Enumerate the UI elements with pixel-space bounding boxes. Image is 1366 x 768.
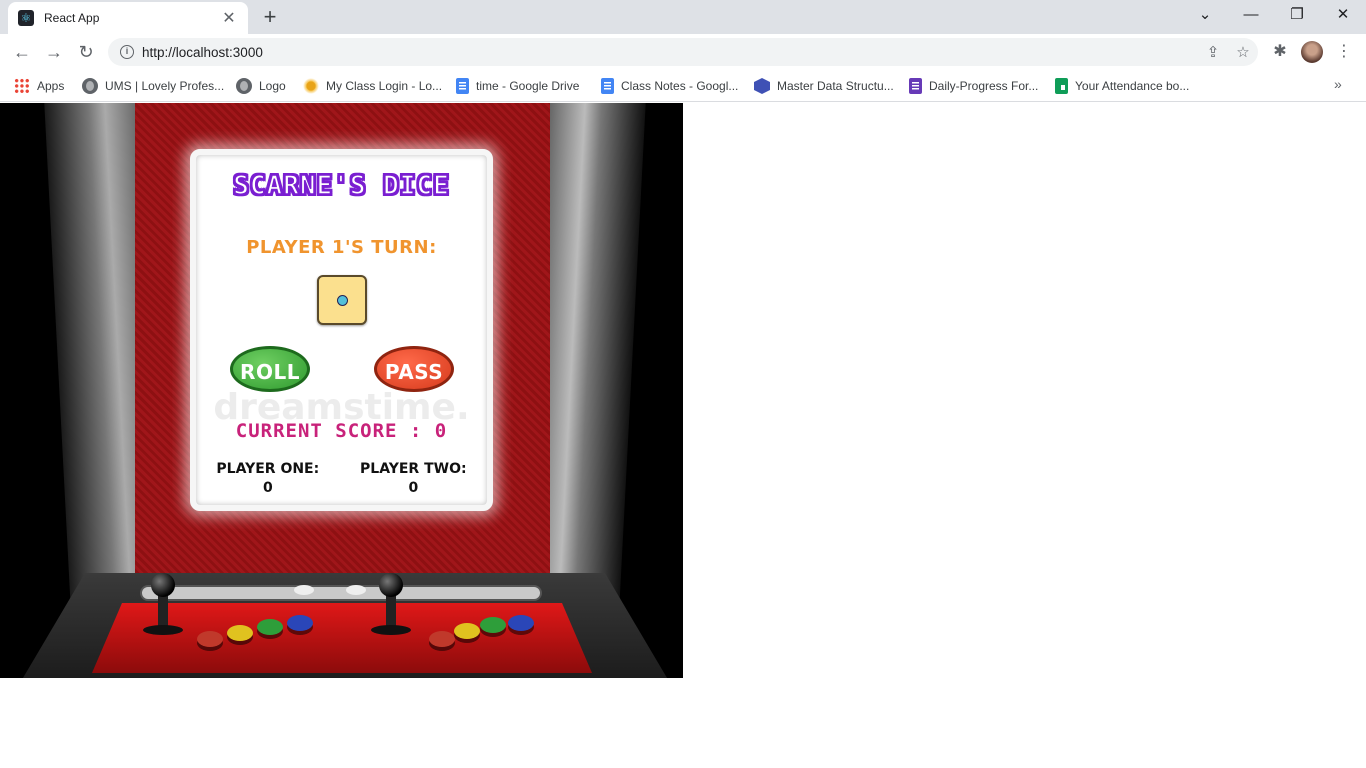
- address-bar[interactable]: i http://localhost:3000 ⇪ ☆: [108, 38, 1258, 66]
- bookmark-label: Class Notes - Googl...: [621, 79, 739, 93]
- arcade-button-green: [257, 619, 283, 635]
- sun-icon: [303, 78, 319, 94]
- arcade-button-yellow: [227, 625, 253, 641]
- forward-button[interactable]: →: [41, 39, 67, 65]
- bookmark-logo[interactable]: Logo: [236, 76, 286, 96]
- bookmark-label: My Class Login - Lo...: [326, 79, 443, 93]
- extensions-icon[interactable]: ✱: [1269, 41, 1291, 63]
- bookmark-time-drive[interactable]: time - Google Drive: [456, 76, 579, 96]
- forms-icon: [909, 78, 922, 94]
- site-info-icon[interactable]: i: [120, 45, 134, 59]
- docs-icon: [601, 78, 614, 94]
- browser-toolbar: ← → ↻ i http://localhost:3000 ⇪ ☆ ✱ ⋮: [0, 34, 1366, 70]
- arcade-button-green: [480, 617, 506, 633]
- bookmark-label: Logo: [259, 79, 286, 93]
- star-icon[interactable]: ☆: [1228, 43, 1258, 61]
- player-two: PLAYER TWO: 0: [360, 460, 467, 498]
- tab-close-button[interactable]: ✕: [220, 8, 238, 28]
- player-one-label: PLAYER ONE:: [216, 461, 320, 477]
- turn-indicator: PLAYER 1'S TURN:: [246, 237, 437, 258]
- restore-button[interactable]: ❐: [1274, 0, 1320, 30]
- arcade-button-red: [429, 631, 455, 647]
- title-bar: ⚛ React App ✕ + ⌄ — ❐ ✕: [0, 0, 1366, 34]
- start-button: [346, 585, 366, 595]
- arcade-button-blue: [508, 615, 534, 631]
- bookmark-attendance[interactable]: Your Attendance bo...: [1055, 76, 1189, 96]
- game-title: SCARNE'S DICE: [233, 170, 450, 202]
- arcade-button-yellow: [454, 623, 480, 639]
- bookmark-apps[interactable]: Apps: [14, 76, 64, 96]
- arcade-cabinet-background: SCARNE'S DICE PLAYER 1'S TURN: dreamstim…: [0, 103, 683, 678]
- bookmark-master-dsa[interactable]: Master Data Structu...: [754, 76, 894, 96]
- globe-icon: [82, 78, 98, 94]
- new-tab-button[interactable]: +: [258, 6, 282, 30]
- bookmark-daily-progress[interactable]: Daily-Progress For...: [909, 76, 1038, 96]
- bookmark-label: Apps: [37, 79, 65, 93]
- url-text[interactable]: http://localhost:3000: [142, 45, 1198, 60]
- player-two-score: 0: [408, 480, 419, 496]
- tab-search-button[interactable]: ⌄: [1182, 0, 1228, 30]
- share-icon[interactable]: ⇪: [1198, 43, 1228, 61]
- pass-button[interactable]: PASS: [374, 346, 454, 392]
- bookmark-ums[interactable]: UMS | Lovely Profes...: [82, 76, 224, 96]
- browser-tab[interactable]: ⚛ React App ✕: [8, 2, 248, 34]
- bookmark-label: Your Attendance bo...: [1075, 79, 1190, 93]
- joystick-right: [371, 573, 411, 635]
- game-screen: SCARNE'S DICE PLAYER 1'S TURN: dreamstim…: [190, 149, 493, 511]
- apps-grid-icon: [14, 78, 30, 94]
- bookmark-class-login[interactable]: My Class Login - Lo...: [303, 76, 442, 96]
- menu-kebab-icon[interactable]: ⋮: [1333, 41, 1355, 63]
- sheets-icon: [1055, 78, 1068, 94]
- tab-title: React App: [44, 11, 100, 25]
- reload-button[interactable]: ↻: [73, 39, 99, 65]
- hexagon-icon: [754, 78, 770, 94]
- control-strip: [140, 585, 542, 601]
- current-score: CURRENT SCORE : 0: [235, 420, 448, 442]
- roll-button[interactable]: ROLL: [230, 346, 310, 392]
- page-viewport: SCARNE'S DICE PLAYER 1'S TURN: dreamstim…: [0, 103, 1366, 768]
- bookmark-label: Daily-Progress For...: [929, 79, 1039, 93]
- arcade-button-blue: [287, 615, 313, 631]
- close-window-button[interactable]: ✕: [1320, 0, 1366, 30]
- bookmark-label: UMS | Lovely Profes...: [105, 79, 225, 93]
- back-button[interactable]: ←: [9, 39, 35, 65]
- bookmark-class-notes[interactable]: Class Notes - Googl...: [601, 76, 738, 96]
- profile-avatar[interactable]: [1301, 41, 1323, 63]
- joystick-left: [143, 573, 183, 635]
- die-face: [317, 275, 367, 325]
- bookmark-label: Master Data Structu...: [777, 79, 894, 93]
- player-one-score: 0: [262, 480, 273, 496]
- react-icon: ⚛: [18, 10, 34, 26]
- start-button: [294, 585, 314, 595]
- docs-icon: [456, 78, 469, 94]
- player-one: PLAYER ONE: 0: [216, 460, 319, 498]
- player-scores: PLAYER ONE: 0 PLAYER TWO: 0: [196, 460, 487, 498]
- bookmarks-bar: Apps UMS | Lovely Profes... Logo My Clas…: [0, 70, 1366, 102]
- player-two-label: PLAYER TWO:: [360, 461, 467, 477]
- bookmarks-overflow-button[interactable]: »: [1334, 76, 1342, 92]
- arcade-button-red: [197, 631, 223, 647]
- bookmark-label: time - Google Drive: [476, 79, 580, 93]
- die-pip: [337, 295, 348, 306]
- globe-icon: [236, 78, 252, 94]
- minimize-button[interactable]: —: [1228, 0, 1274, 30]
